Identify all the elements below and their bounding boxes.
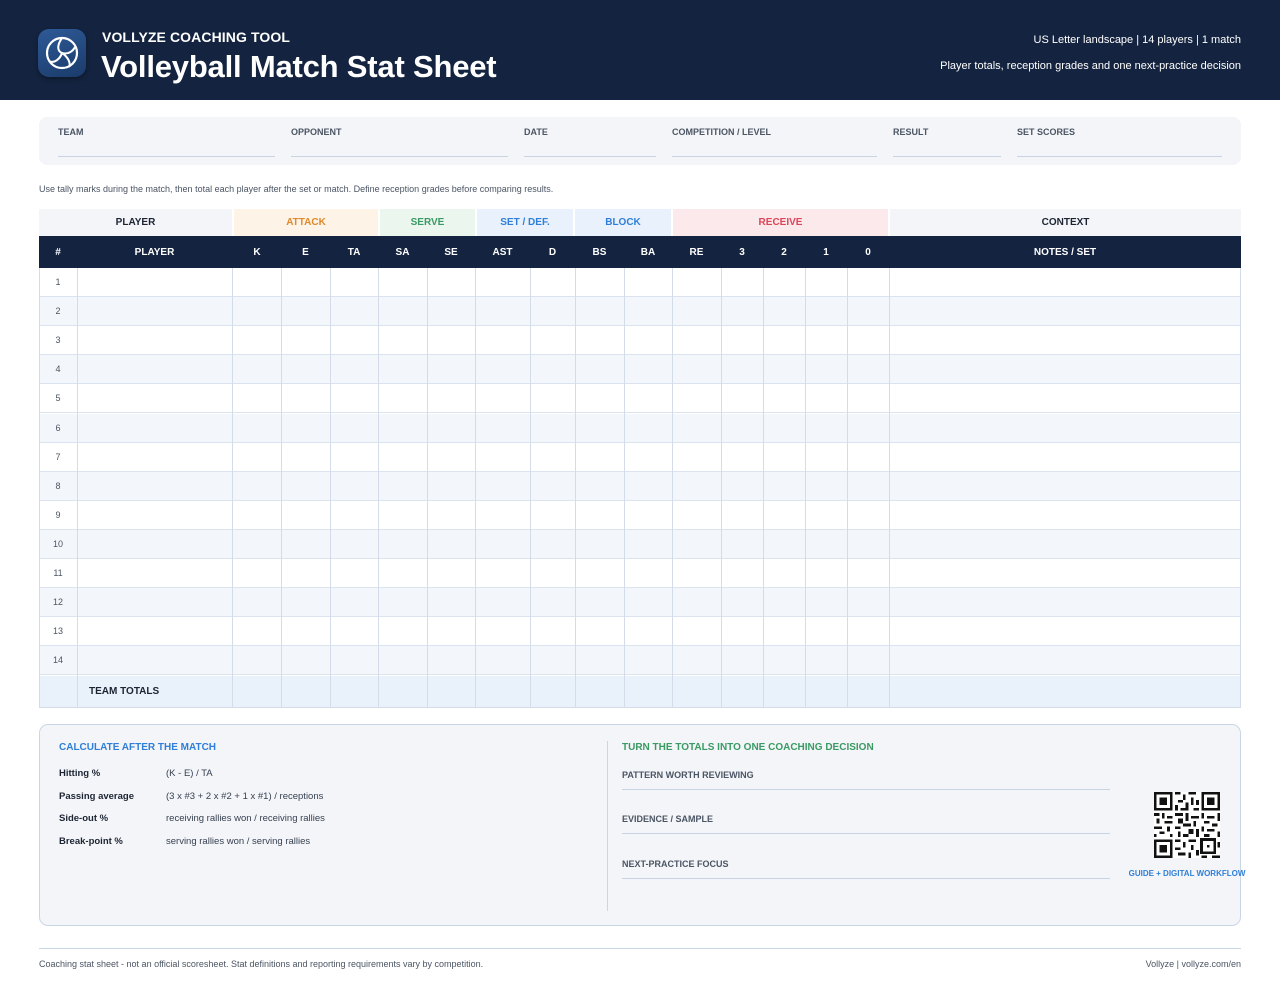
set-scores-line — [1017, 156, 1222, 157]
panel-divider — [607, 741, 608, 911]
match-info-card: TEAM OPPONENT DATE COMPETITION / LEVEL R… — [39, 117, 1241, 165]
col-grade-0: 0 — [865, 246, 871, 258]
evidence-label: EVIDENCE / SAMPLE — [622, 814, 714, 824]
group-receive: RECEIVE — [673, 209, 888, 236]
team-line — [58, 156, 275, 157]
qr-code-icon[interactable] — [1154, 792, 1220, 858]
decision-heading: TURN THE TOTALS INTO ONE COACHING DECISI… — [622, 742, 874, 753]
date-label: DATE — [524, 127, 548, 137]
calc-formula: (K - E) / TA — [166, 768, 213, 779]
calculations-heading: CALCULATE AFTER THE MATCH — [59, 742, 217, 753]
next-practice-line[interactable] — [622, 878, 1110, 879]
opponent-line — [291, 156, 508, 157]
next-practice-label: NEXT-PRACTICE FOCUS — [622, 859, 729, 869]
col-reception-errors: RE — [689, 246, 704, 258]
col-notes-set: NOTES / SET — [1033, 246, 1097, 258]
team-label: TEAM — [58, 127, 84, 137]
calc-name: Hitting % — [59, 768, 101, 779]
table-border — [39, 268, 1241, 708]
calc-name: Side-out % — [59, 813, 109, 824]
col-grade-3: 3 — [739, 246, 745, 258]
column-group-row: PLAYER ATTACK SERVE SET / DEF. BLOCK REC… — [39, 209, 1241, 236]
col-grade-1: 1 — [823, 246, 829, 258]
calc-name: Passing average — [59, 791, 134, 802]
result-label: RESULT — [893, 127, 929, 137]
footer-link[interactable]: Vollyze | vollyze.com/en — [1146, 959, 1241, 969]
col-assists: AST — [492, 246, 513, 258]
group-block: BLOCK — [575, 209, 671, 236]
column-header-row: # PLAYER K E TA SA SE AST D BS BA RE 3 2… — [39, 236, 1241, 268]
group-attack: ATTACK — [234, 209, 378, 236]
calc-formula: (3 x #3 + 2 x #2 + 1 x #1) / receptions — [166, 791, 324, 802]
sheet-subtitle: Player totals, reception grades and one … — [940, 60, 1241, 72]
page-title: Volleyball Match Stat Sheet — [101, 49, 497, 84]
calc-formula: receiving rallies won / receiving rallie… — [166, 813, 325, 824]
col-grade-2: 2 — [781, 246, 787, 258]
volleyball-icon — [38, 29, 86, 77]
col-errors: E — [302, 246, 309, 258]
competition-label: COMPETITION / LEVEL — [672, 127, 772, 137]
evidence-line[interactable] — [622, 833, 1110, 834]
group-player: PLAYER — [39, 209, 232, 236]
analysis-panel: CALCULATE AFTER THE MATCH Hitting % (K -… — [39, 724, 1245, 926]
col-kills: K — [253, 246, 261, 258]
group-set-def: SET / DEF. — [477, 209, 573, 236]
set-scores-label: SET SCORES — [1017, 127, 1076, 137]
group-serve: SERVE — [380, 209, 475, 236]
footer-disclaimer: Coaching stat sheet - not an official sc… — [39, 959, 484, 969]
calc-formula: serving rallies won / serving rallies — [166, 836, 311, 847]
pattern-line[interactable] — [622, 789, 1110, 790]
col-digs: D — [548, 246, 557, 258]
instructions-text: Use tally marks during the match, then t… — [39, 184, 554, 194]
col-service-errors: SE — [444, 246, 458, 258]
footer-divider — [39, 948, 1241, 949]
result-line — [893, 156, 1001, 157]
col-number: # — [55, 246, 61, 258]
brand-name: VOLLYZE COACHING TOOL — [102, 29, 291, 45]
col-block-solos: BS — [592, 246, 607, 258]
opponent-label: OPPONENT — [291, 127, 342, 137]
qr-label: GUIDE + DIGITAL WORKFLOW — [1128, 869, 1246, 878]
col-block-assists: BA — [640, 246, 656, 258]
competition-line — [672, 156, 877, 157]
page-header: VOLLYZE COACHING TOOL Volleyball Match S… — [0, 0, 1280, 100]
group-context: CONTEXT — [890, 209, 1241, 236]
sheet-format-info: US Letter landscape | 14 players | 1 mat… — [1033, 34, 1242, 46]
col-total-attempts: TA — [347, 246, 361, 258]
date-line — [524, 156, 656, 157]
calc-name: Break-point % — [59, 836, 123, 847]
col-service-aces: SA — [395, 246, 410, 258]
col-player: PLAYER — [134, 246, 175, 258]
pattern-label: PATTERN WORTH REVIEWING — [622, 770, 754, 780]
